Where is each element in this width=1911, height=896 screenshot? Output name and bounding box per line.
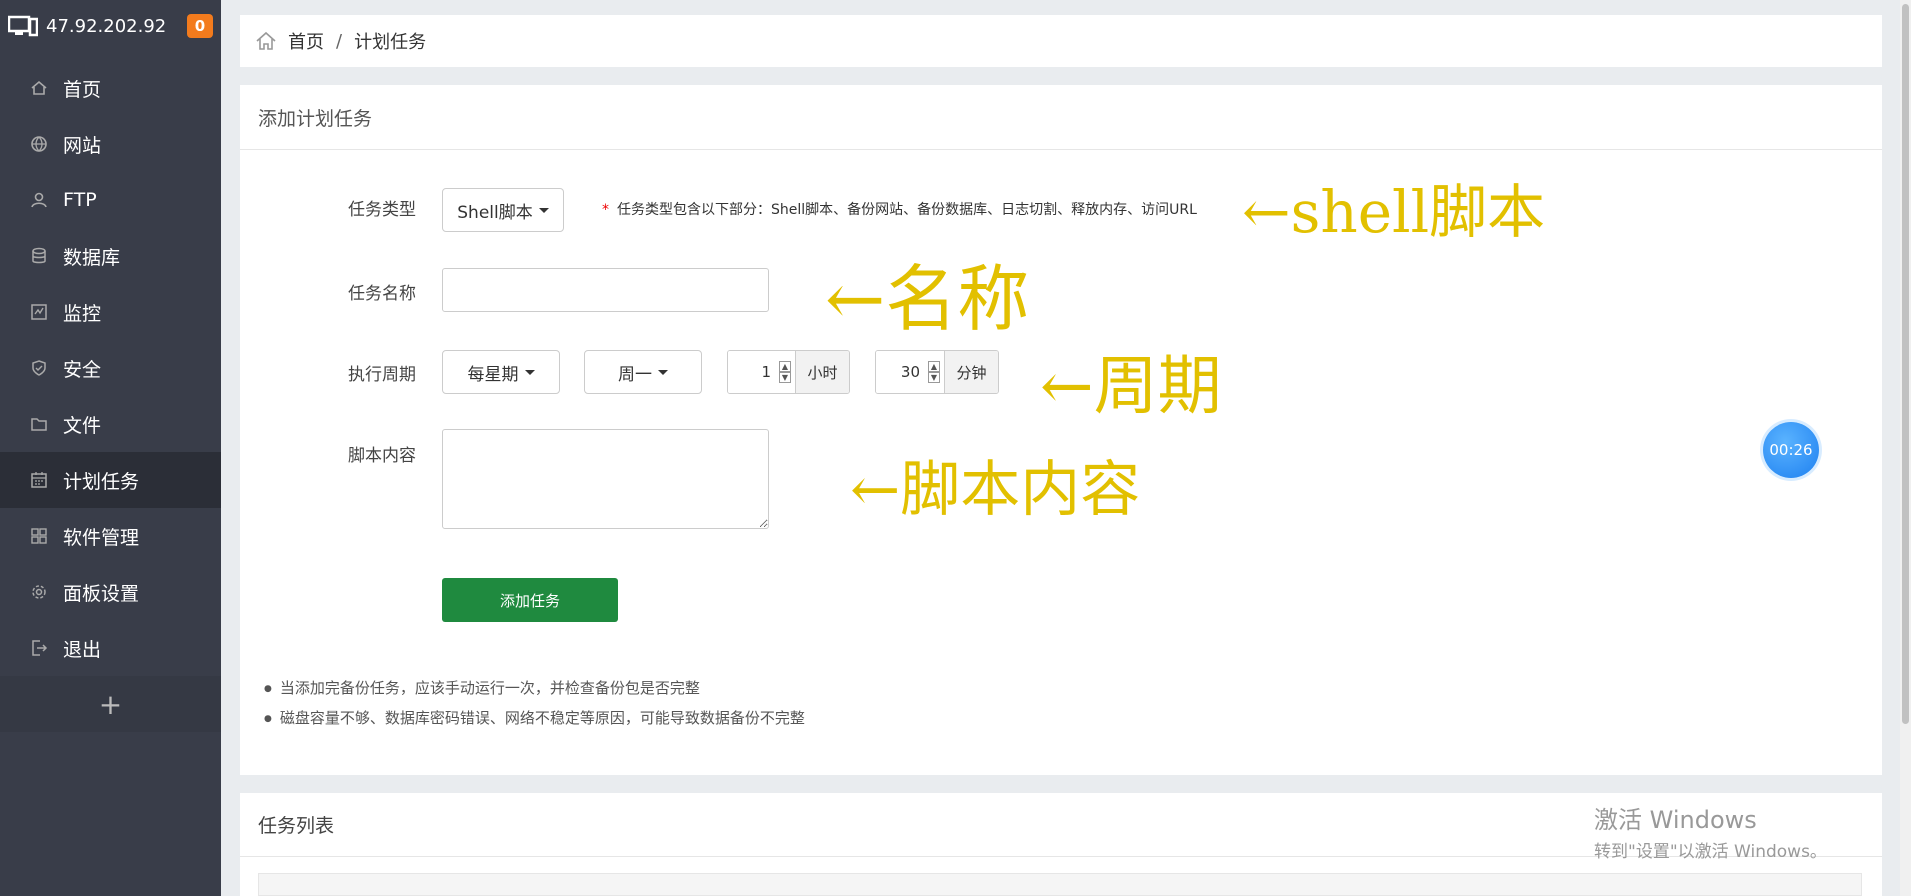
sidebar-item-label: 计划任务 — [63, 470, 140, 493]
ftp-icon — [31, 192, 47, 208]
calendar-icon — [31, 472, 47, 488]
windows-activation-watermark: 激活 Windows 转到"设置"以激活 Windows。 — [1594, 800, 1827, 862]
apps-icon — [31, 528, 47, 544]
arrow-up-icon[interactable]: ▲ — [779, 361, 791, 372]
annotation-shell: ←shell脚本 — [1242, 178, 1546, 246]
breadcrumb-separator: / — [336, 30, 343, 52]
sidebar: 47.92.202.92 0 首页 网站 FTP 数据库 监控 安全 文件 计划… — [0, 0, 221, 896]
sidebar-item-files[interactable]: 文件 — [0, 396, 221, 452]
add-task-panel: 添加计划任务 任务类型 Shell脚本 * 任务类型包含以下部分：Shell脚本、… — [240, 85, 1882, 775]
page-scrollbar[interactable] — [1900, 0, 1911, 896]
caret-down-icon — [538, 207, 549, 213]
cycle-type-value: 每星期 — [467, 364, 519, 385]
sidebar-item-website[interactable]: 网站 — [0, 116, 221, 172]
breadcrumb-current: 计划任务 — [354, 32, 427, 53]
scrollbar-thumb[interactable] — [1902, 4, 1909, 724]
server-ip: 47.92.202.92 — [46, 15, 167, 37]
task-type-label: 任务类型 — [348, 200, 416, 220]
sidebar-item-label: 软件管理 — [63, 526, 140, 549]
annotation-cycle: ←周期 — [1040, 350, 1222, 424]
annotation-name: ←名称 — [825, 257, 1030, 341]
sidebar-item-label: 数据库 — [63, 246, 121, 269]
weekday-value: 周一 — [618, 364, 652, 385]
folder-icon — [31, 418, 47, 431]
hour-stepper[interactable]: 1 ▲ ▼ 小时 — [727, 350, 850, 394]
monitor-icon — [31, 304, 47, 320]
cycle-type-select[interactable]: 每星期 — [442, 350, 560, 394]
hour-spin-arrows[interactable]: ▲ ▼ — [779, 351, 795, 393]
sidebar-item-label: 首页 — [63, 78, 102, 101]
arrow-up-icon[interactable]: ▲ — [928, 361, 940, 372]
watermark-line1: 激活 Windows — [1594, 806, 1757, 834]
task-type-select[interactable]: Shell脚本 — [442, 188, 564, 232]
minute-stepper[interactable]: 30 ▲ ▼ 分钟 — [875, 350, 999, 394]
logout-icon — [32, 640, 48, 656]
sidebar-item-ftp[interactable]: FTP — [0, 172, 221, 228]
arrow-down-icon[interactable]: ▼ — [779, 372, 791, 383]
sidebar-item-home[interactable]: 首页 — [0, 60, 221, 116]
sidebar-item-label: 退出 — [63, 638, 102, 661]
sidebar-item-logout[interactable]: 退出 — [0, 620, 221, 676]
script-textarea[interactable] — [442, 429, 769, 529]
sidebar-item-label: 网站 — [63, 134, 102, 157]
sidebar-item-cron[interactable]: 计划任务 — [0, 452, 221, 508]
minute-value[interactable]: 30 — [876, 351, 928, 393]
home-icon — [31, 80, 47, 95]
monitor-icon — [8, 15, 38, 37]
task-type-hint: * 任务类型包含以下部分：Shell脚本、备份网站、备份数据库、日志切割、释放内存… — [602, 199, 1197, 219]
breadcrumb: 首页 / 计划任务 — [240, 15, 1882, 67]
hour-value[interactable]: 1 — [728, 351, 779, 393]
sidebar-item-label: 安全 — [63, 358, 102, 381]
minute-unit: 分钟 — [944, 351, 998, 393]
sidebar-item-label: 文件 — [63, 414, 102, 437]
sidebar-item-label: 监控 — [63, 302, 102, 325]
panel-title: 添加计划任务 — [240, 85, 1882, 150]
watermark-line2: 转到"设置"以激活 Windows。 — [1594, 842, 1827, 862]
recording-timer[interactable]: 00:26 — [1763, 422, 1819, 478]
shield-icon — [32, 360, 46, 376]
sidebar-item-label: FTP — [63, 189, 97, 211]
server-header: 47.92.202.92 0 — [0, 0, 221, 52]
notification-badge[interactable]: 0 — [187, 14, 213, 38]
task-name-label: 任务名称 — [348, 284, 416, 304]
annotation-script: ←脚本内容 — [850, 455, 1141, 525]
cycle-label: 执行周期 — [348, 365, 416, 385]
globe-icon — [31, 136, 47, 152]
caret-down-icon — [658, 369, 668, 375]
weekday-select[interactable]: 周一 — [584, 350, 702, 394]
sidebar-item-security[interactable]: 安全 — [0, 340, 221, 396]
sidebar-item-database[interactable]: 数据库 — [0, 228, 221, 284]
task-type-value: Shell脚本 — [457, 202, 533, 223]
task-table-header — [258, 873, 1862, 896]
note-item: 当添加完备份任务，应该手动运行一次，并检查备份包是否完整 — [264, 677, 700, 698]
caret-down-icon — [524, 369, 535, 375]
arrow-down-icon[interactable]: ▼ — [928, 372, 940, 383]
hour-unit: 小时 — [795, 351, 849, 393]
task-type-hint-text: 任务类型包含以下部分：Shell脚本、备份网站、备份数据库、日志切割、释放内存、… — [617, 202, 1197, 218]
gear-icon — [32, 585, 46, 599]
task-name-input[interactable] — [442, 268, 769, 312]
script-label: 脚本内容 — [348, 446, 416, 466]
home-icon[interactable] — [254, 29, 278, 53]
breadcrumb-home[interactable]: 首页 — [288, 28, 324, 54]
minute-spin-arrows[interactable]: ▲ ▼ — [928, 351, 944, 393]
note-item: 磁盘容量不够、数据库密码错误、网络不稳定等原因，可能导致数据备份不完整 — [264, 707, 805, 728]
database-icon — [32, 247, 46, 264]
sidebar-item-monitor[interactable]: 监控 — [0, 284, 221, 340]
sidebar-nav: 首页 网站 FTP 数据库 监控 安全 文件 计划任务 软件管理 面板设置 退出 — [0, 60, 221, 676]
sidebar-item-label: 面板设置 — [63, 582, 140, 605]
add-task-button[interactable]: 添加任务 — [442, 578, 618, 622]
add-shortcut-button[interactable]: + — [0, 676, 221, 732]
sidebar-item-software[interactable]: 软件管理 — [0, 508, 221, 564]
sidebar-item-settings[interactable]: 面板设置 — [0, 564, 221, 620]
required-star: * — [602, 202, 609, 218]
